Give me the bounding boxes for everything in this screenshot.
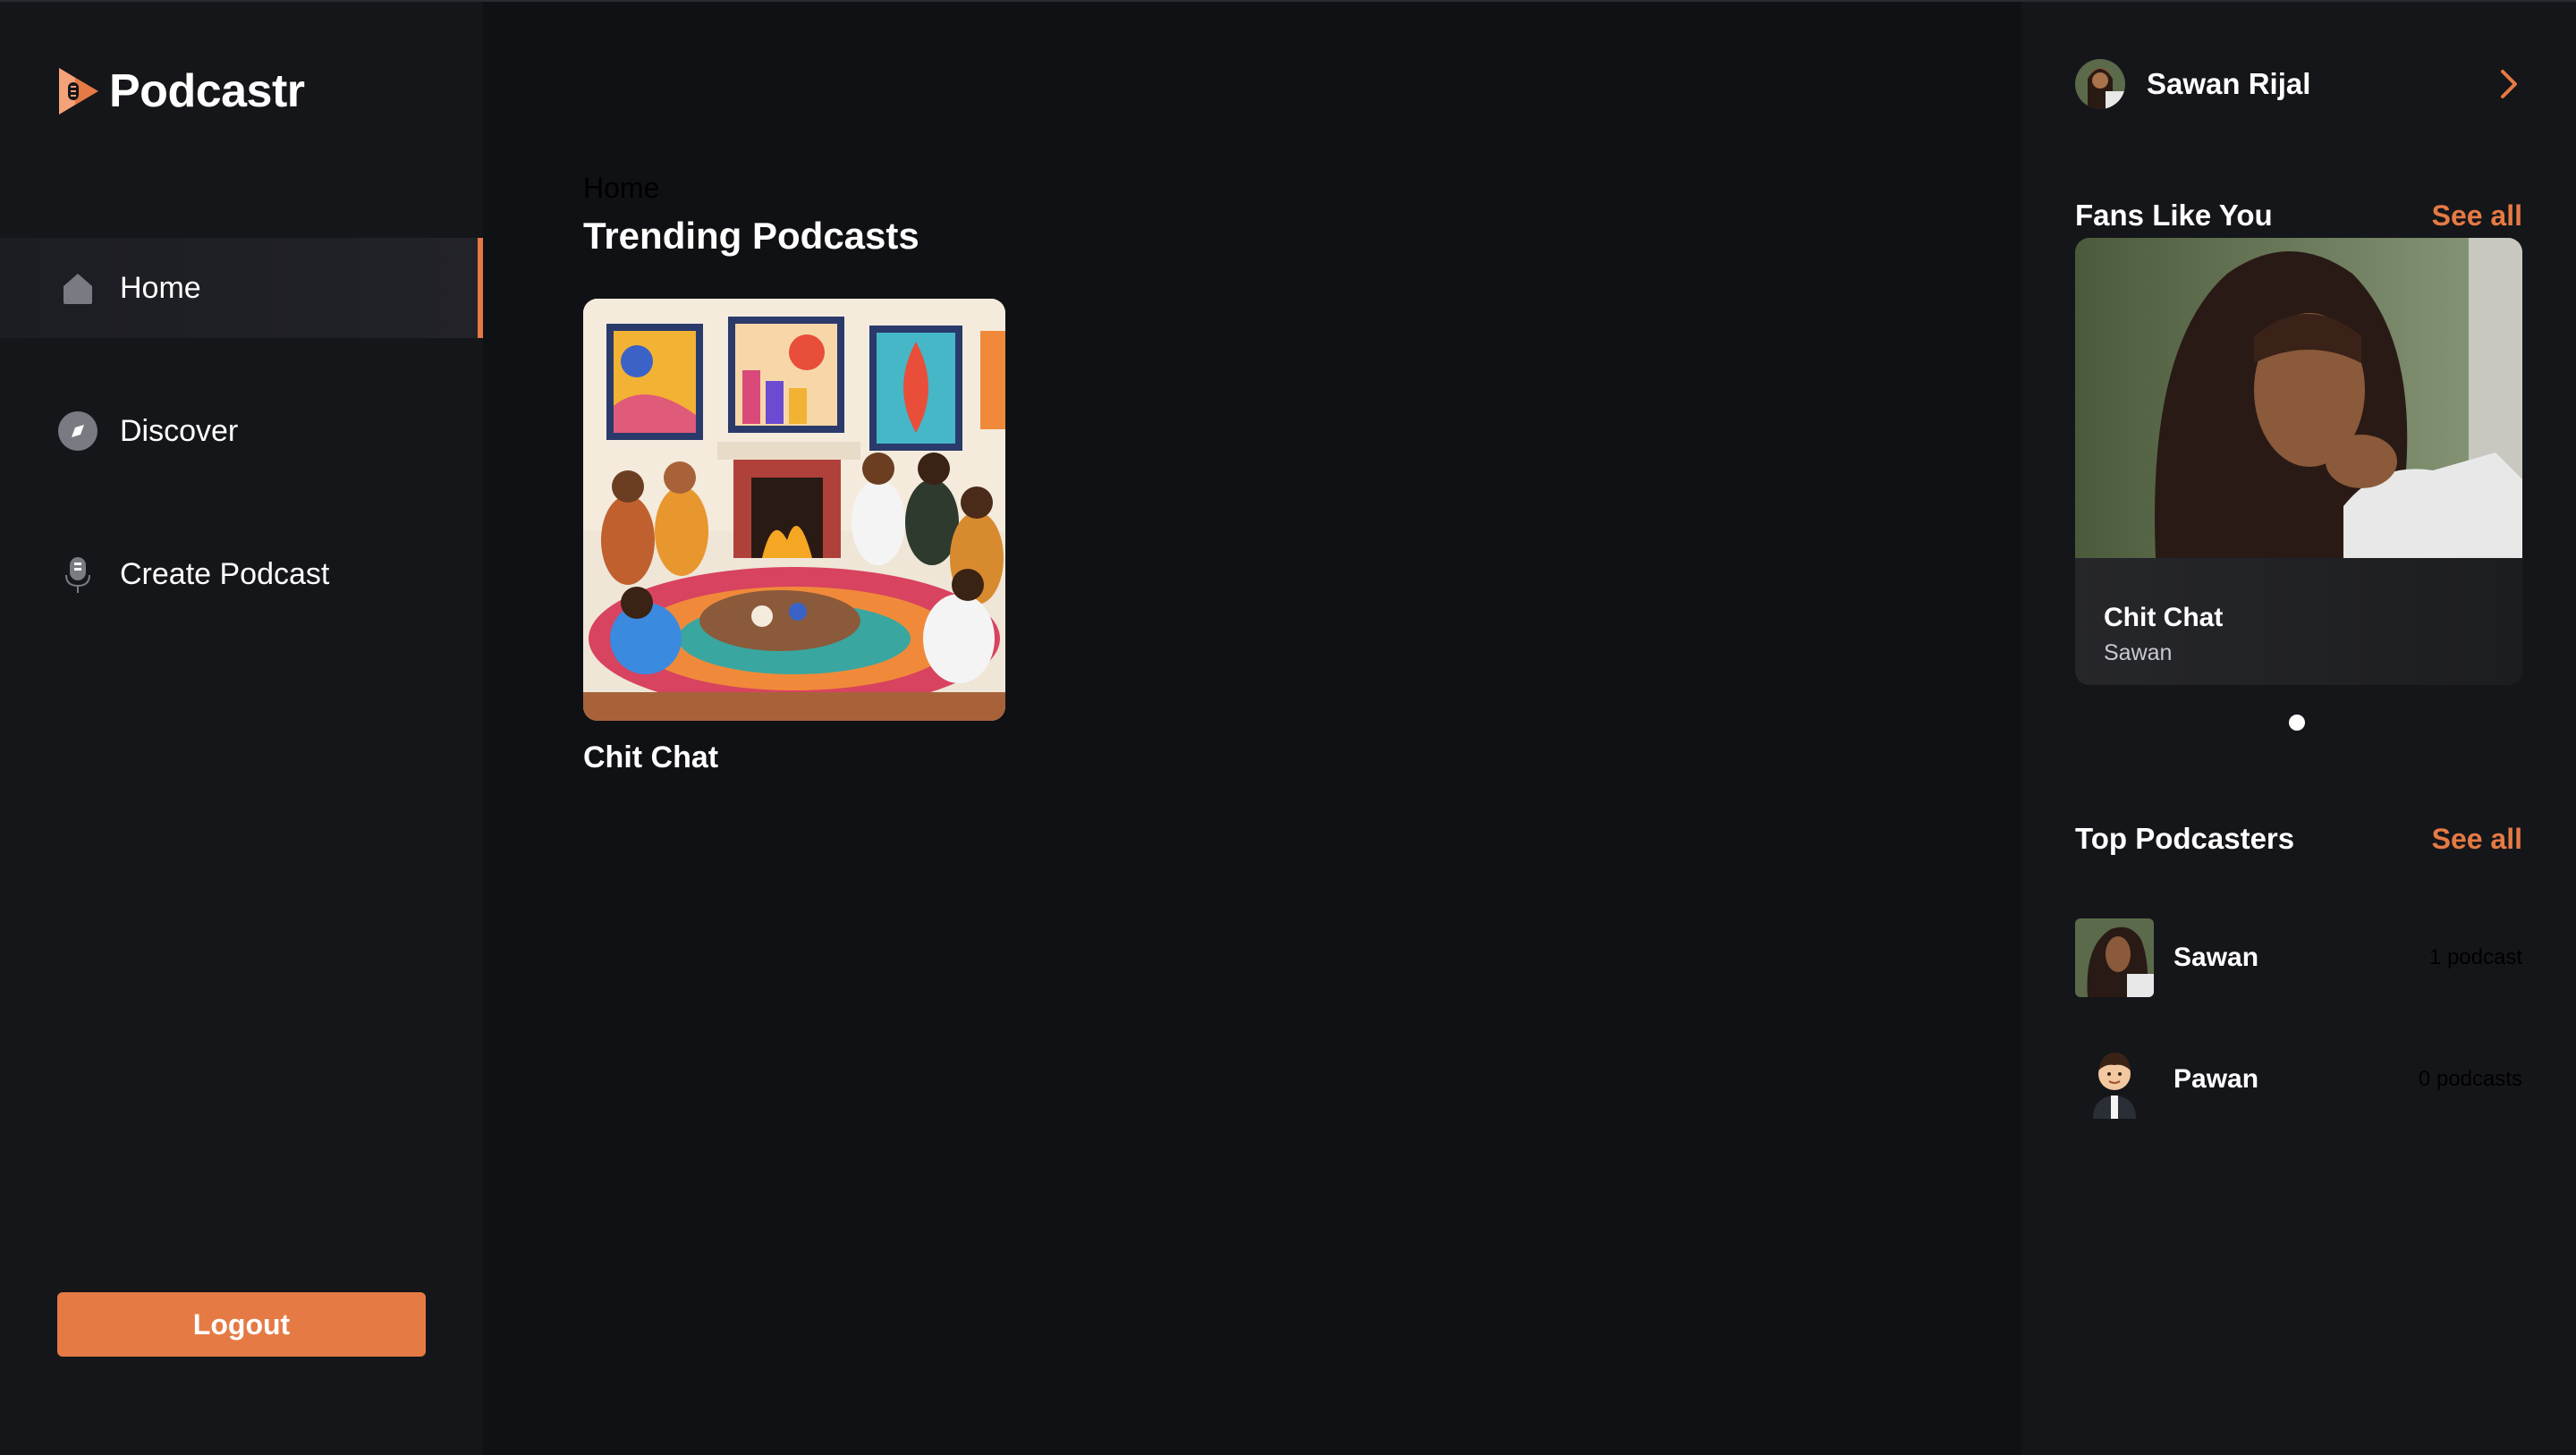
podcaster-count: 1 podcast [2428, 945, 2522, 969]
compass-icon [57, 410, 98, 452]
user-avatar [2075, 59, 2125, 109]
featured-card-title: Chit Chat [2104, 603, 2224, 632]
podcastr-logo-icon [59, 68, 98, 114]
fans-header: Fans Like You See all [2075, 199, 2522, 233]
brand-name: Podcastr [109, 65, 305, 117]
podcaster-avatar [2075, 1040, 2154, 1119]
left-sidebar: Podcastr Home Discover Create Podcast Lo… [0, 2, 483, 1455]
sidebar-item-create-podcast[interactable]: Create Podcast [0, 524, 483, 624]
home-icon [57, 267, 98, 309]
user-profile-link[interactable]: Sawan Rijal [2075, 57, 2522, 111]
user-name: Sawan Rijal [2147, 67, 2311, 100]
podcaster-name: Sawan [2174, 943, 2259, 972]
podcaster-avatar [2075, 918, 2154, 997]
top-podcasters-see-all-link[interactable]: See all [2432, 823, 2522, 856]
app-window: Podcastr Home Discover Create Podcast Lo… [0, 0, 2576, 1455]
brand-logo[interactable]: Podcastr [55, 64, 305, 118]
podcaster-row[interactable]: Sawan 1 podcast [2075, 918, 2522, 998]
featured-card-author: Sawan [2104, 640, 2173, 665]
microphone-icon [57, 554, 98, 595]
podcaster-name: Pawan [2174, 1064, 2259, 1094]
podcast-card[interactable]: Chit Chat [583, 299, 1005, 775]
sidebar-item-label: Discover [120, 413, 239, 448]
right-sidebar: Sawan Rijal Fans Like You See all Chit C… [2021, 2, 2576, 1455]
featured-fan-card[interactable]: Chit Chat Sawan [2075, 238, 2522, 685]
breadcrumb: Home [583, 172, 660, 204]
sidebar-item-label: Home [120, 270, 201, 305]
sidebar-item-label: Create Podcast [120, 556, 330, 591]
chevron-right-icon [2501, 70, 2517, 98]
main-content: Home Trending Podcasts Chit Chat [483, 2, 2021, 1455]
section-title: Trending Podcasts [583, 215, 919, 257]
podcaster-row[interactable]: Pawan 0 podcasts [2075, 1039, 2522, 1120]
featured-card-caption: Chit Chat Sawan [2075, 558, 2522, 685]
fans-see-all-link[interactable]: See all [2432, 199, 2522, 233]
carousel-dot[interactable] [2289, 715, 2305, 731]
top-podcasters-title: Top Podcasters [2075, 822, 2295, 855]
logout-button[interactable]: Logout [57, 1292, 426, 1357]
sidebar-item-home[interactable]: Home [0, 238, 483, 338]
podcast-card-title: Chit Chat [583, 740, 719, 774]
sidebar-item-discover[interactable]: Discover [0, 381, 483, 481]
sidebar-nav: Home Discover Create Podcast [0, 238, 483, 667]
podcast-cover-image [583, 299, 1005, 721]
top-podcasters-header: Top Podcasters See all [2075, 822, 2522, 856]
fans-title: Fans Like You [2075, 199, 2273, 232]
podcaster-count: 0 podcasts [2418, 1067, 2522, 1091]
featured-podcast-image [2075, 238, 2522, 558]
